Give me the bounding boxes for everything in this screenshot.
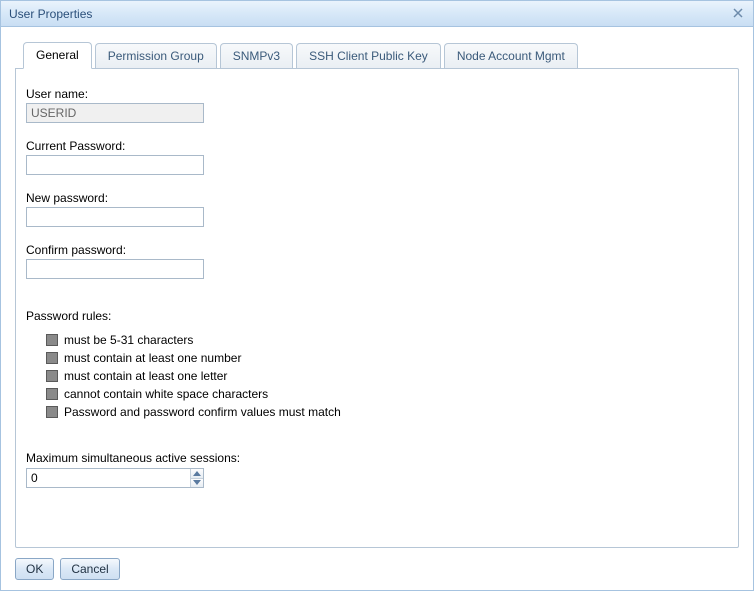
password-rule-item: must be 5-31 characters bbox=[46, 333, 728, 347]
username-field bbox=[26, 103, 204, 123]
dialog-content: General Permission Group SNMPv3 SSH Clie… bbox=[1, 27, 753, 590]
new-password-field[interactable] bbox=[26, 207, 204, 227]
current-password-label: Current Password: bbox=[26, 139, 728, 153]
current-password-row: Current Password: bbox=[26, 139, 728, 175]
password-rule-item: cannot contain white space characters bbox=[46, 387, 728, 401]
user-properties-dialog: User Properties General Permission Group… bbox=[0, 0, 754, 591]
close-icon[interactable] bbox=[729, 4, 747, 22]
rule-text: cannot contain white space characters bbox=[64, 387, 268, 401]
chevron-up-icon bbox=[193, 471, 201, 476]
username-row: User name: bbox=[26, 87, 728, 123]
spinner-up-button[interactable] bbox=[191, 469, 203, 478]
rule-status-icon bbox=[46, 352, 58, 364]
rule-status-icon bbox=[46, 388, 58, 400]
confirm-password-row: Confirm password: bbox=[26, 243, 728, 279]
dialog-titlebar: User Properties bbox=[1, 1, 753, 27]
tab-node-account-mgmt[interactable]: Node Account Mgmt bbox=[444, 43, 578, 69]
dialog-buttons: OK Cancel bbox=[15, 558, 739, 580]
spinner-down-button[interactable] bbox=[191, 478, 203, 488]
spinner-buttons bbox=[190, 469, 203, 487]
rule-text: must be 5-31 characters bbox=[64, 333, 193, 347]
password-rules-title: Password rules: bbox=[26, 309, 728, 323]
rule-text: must contain at least one number bbox=[64, 351, 241, 365]
cancel-button[interactable]: Cancel bbox=[60, 558, 119, 580]
tab-snmpv3[interactable]: SNMPv3 bbox=[220, 43, 293, 69]
max-sessions-input[interactable] bbox=[27, 469, 190, 487]
rule-status-icon bbox=[46, 334, 58, 346]
max-sessions-row: Maximum simultaneous active sessions: bbox=[26, 451, 728, 488]
tab-ssh-client-public-key[interactable]: SSH Client Public Key bbox=[296, 43, 441, 69]
rule-text: must contain at least one letter bbox=[64, 369, 227, 383]
tabpanel-general: User name: Current Password: New passwor… bbox=[15, 68, 739, 548]
new-password-label: New password: bbox=[26, 191, 728, 205]
ok-button[interactable]: OK bbox=[15, 558, 54, 580]
rule-text: Password and password confirm values mus… bbox=[64, 405, 341, 419]
chevron-down-icon bbox=[193, 480, 201, 485]
tabstrip: General Permission Group SNMPv3 SSH Clie… bbox=[23, 41, 739, 68]
password-rule-item: must contain at least one number bbox=[46, 351, 728, 365]
rule-status-icon bbox=[46, 406, 58, 418]
confirm-password-label: Confirm password: bbox=[26, 243, 728, 257]
max-sessions-label: Maximum simultaneous active sessions: bbox=[26, 451, 728, 465]
password-rule-item: Password and password confirm values mus… bbox=[46, 405, 728, 419]
dialog-title: User Properties bbox=[9, 7, 92, 21]
confirm-password-field[interactable] bbox=[26, 259, 204, 279]
rule-status-icon bbox=[46, 370, 58, 382]
tab-permission-group[interactable]: Permission Group bbox=[95, 43, 217, 69]
username-label: User name: bbox=[26, 87, 728, 101]
current-password-field[interactable] bbox=[26, 155, 204, 175]
new-password-row: New password: bbox=[26, 191, 728, 227]
password-rule-item: must contain at least one letter bbox=[46, 369, 728, 383]
password-rules-list: must be 5-31 characters must contain at … bbox=[46, 333, 728, 419]
max-sessions-stepper[interactable] bbox=[26, 468, 204, 488]
tab-general[interactable]: General bbox=[23, 42, 92, 69]
